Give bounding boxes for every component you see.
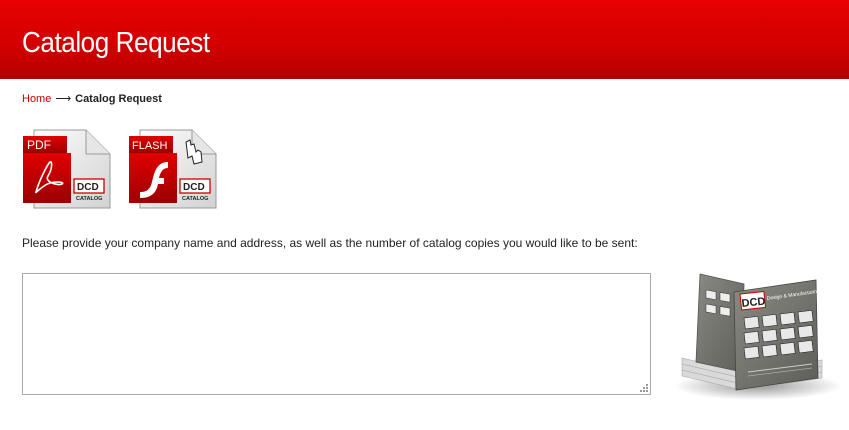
page-title: Catalog Request bbox=[22, 27, 210, 59]
breadcrumb: Home ⟶ Catalog Request bbox=[22, 92, 162, 105]
resize-grip-icon[interactable] bbox=[637, 383, 649, 395]
page-header: Catalog Request bbox=[0, 0, 849, 79]
flash-caption-label: CATALOG bbox=[182, 196, 208, 202]
pdf-brand-label: DCD bbox=[77, 182, 99, 193]
breadcrumb-home-link[interactable]: Home bbox=[22, 93, 51, 105]
pdf-document-icon: PDF DCD CATALOG bbox=[23, 129, 111, 209]
breadcrumb-separator: ⟶ bbox=[55, 93, 72, 105]
catalog-brand-label: DCD bbox=[741, 296, 766, 310]
request-instructions: Please provide your company name and add… bbox=[22, 236, 638, 250]
catalog-stack-image: DCD Design & Manufacturing Ltd. bbox=[674, 273, 842, 400]
flash-catalog-link[interactable]: FLASH DCD CATALOG bbox=[128, 128, 218, 210]
pdf-badge-label: PDF bbox=[27, 138, 51, 152]
flash-badge-label: FLASH bbox=[132, 140, 168, 152]
catalog-request-textarea[interactable] bbox=[22, 273, 651, 395]
flash-brand-label: DCD bbox=[183, 182, 205, 193]
flash-document-icon: FLASH DCD CATALOG bbox=[129, 129, 217, 209]
pdf-caption-label: CATALOG bbox=[76, 196, 102, 202]
pdf-catalog-link[interactable]: PDF DCD CATALOG bbox=[22, 128, 112, 210]
breadcrumb-current: Catalog Request bbox=[75, 93, 162, 105]
